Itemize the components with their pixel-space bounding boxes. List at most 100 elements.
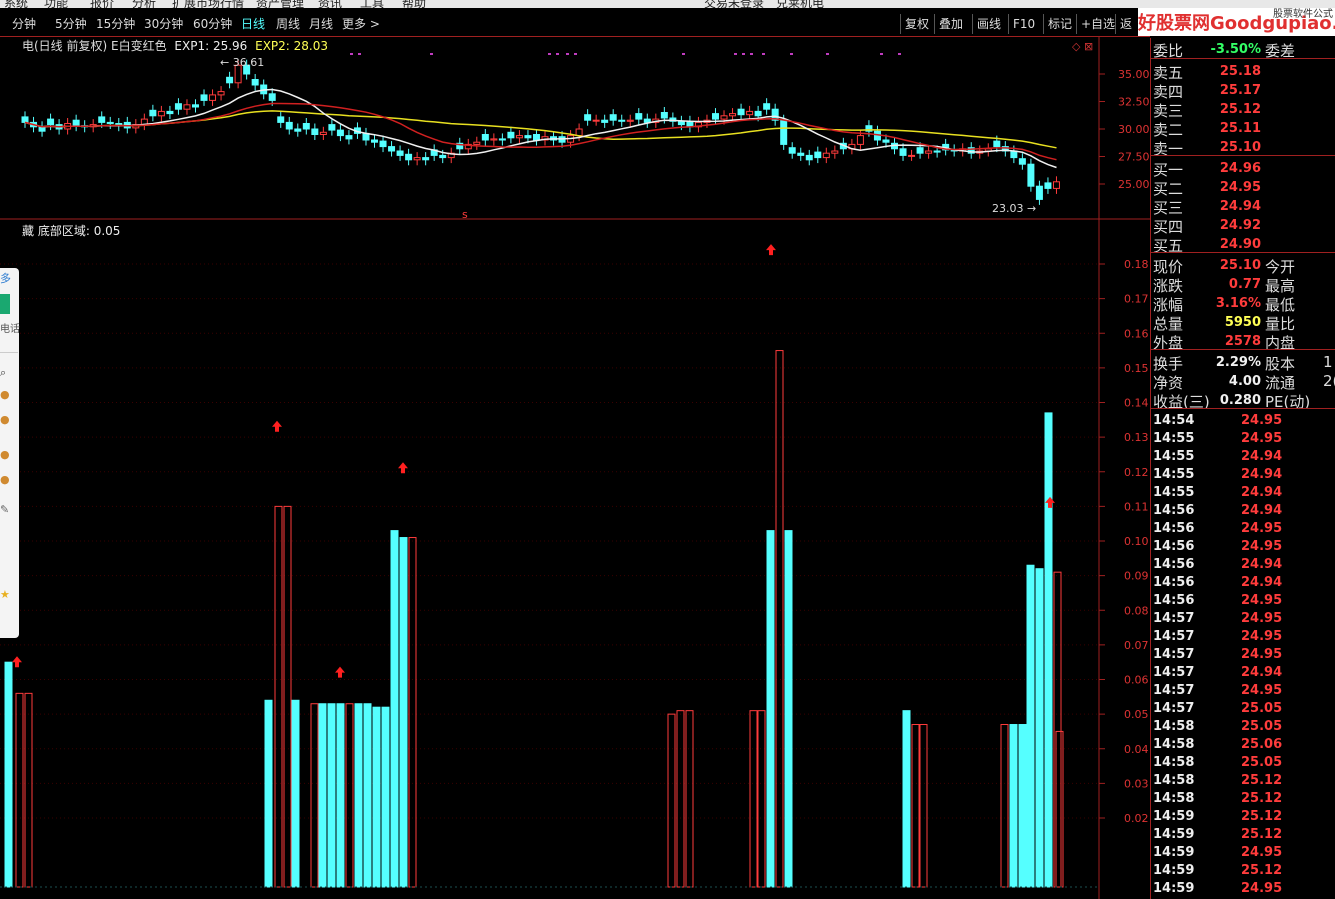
candle [481,134,489,141]
chart-area[interactable]: ◇ ⊠ ← 36.61 23.03 → s 35.00 32.50 30.00 27.50… [0,36,1150,899]
toolbar-button[interactable]: 标记 [1043,14,1076,34]
stat-label: 涨跌 [1153,277,1184,295]
bid-price: 24.96 [1219,161,1261,176]
ask-label: 卖二 [1153,121,1184,139]
indicator-tick: 0.15 [1124,362,1149,375]
up-arrow-icon [272,420,282,432]
panel-divider [1150,408,1335,409]
edit-icon[interactable]: ✎ [0,503,9,516]
left-sidebar[interactable]: 多 电话 ⌕ ● ● ● ● ✎ ★ [0,268,20,638]
signal-dot [682,53,685,55]
signal-dot [898,53,901,55]
user-icon-2[interactable]: ● [0,413,10,426]
search-icon[interactable]: ⌕ [0,366,6,380]
indicator-bar [264,699,273,888]
menu-item[interactable]: 系统 [4,0,28,8]
menu-item[interactable]: 工具 [360,0,384,8]
weibi-value: -3.50% [1210,42,1262,57]
menu-item[interactable]: 分析 [132,0,156,8]
menu-item[interactable]: 交易未登录 [704,0,764,8]
signal-dot [734,53,737,55]
bid-label: 买一 [1153,161,1184,179]
candle [618,119,626,122]
tick-price: 25.06 [1241,737,1283,752]
toolbar-button[interactable]: +自选 [1076,14,1119,34]
menu-item[interactable]: 功能 [44,0,68,8]
tick-time: 14:56 [1153,539,1195,554]
tick-price: 25.12 [1241,773,1283,788]
menu-item[interactable]: 兑莱机电 [776,0,824,8]
user-icon-3[interactable]: ● [0,448,10,461]
stat2-label: 换手 [1153,355,1184,373]
period-tab[interactable]: 周线 [276,15,300,32]
tick-time: 14:58 [1153,755,1195,770]
indicator-bar [676,710,685,888]
toolbar-button[interactable]: 返 [1115,14,1136,34]
toolbar-button[interactable]: 画线 [972,14,1005,34]
sidebar-phone[interactable]: 电话 [0,320,20,335]
indicator-bar [1044,412,1053,888]
toolbar-button[interactable]: F10 [1008,14,1039,34]
stat2-label: 净资 [1153,374,1184,392]
menu-item[interactable]: 帮助 [402,0,426,8]
candle [1018,158,1026,165]
sidebar-divider [0,352,18,353]
user-icon-4[interactable]: ● [0,473,10,486]
period-tab[interactable]: 日线 [241,15,265,32]
ask-price: 25.17 [1219,83,1261,98]
candlestick-series [21,59,1060,205]
candle [336,129,344,137]
indicator-bar [1026,564,1035,888]
indicator-tick: 0.11 [1124,500,1149,513]
indicator-bar [1053,571,1062,888]
candle [814,151,822,159]
candle [439,154,447,159]
tick-time: 14:56 [1153,575,1195,590]
indicator-tick: 0.02 [1124,812,1149,825]
signal-dot [750,53,753,55]
signal-dot [742,53,745,55]
menu-item[interactable]: 资讯 [318,0,342,8]
period-tab[interactable]: 30分钟 [144,15,183,32]
star-icon[interactable]: ★ [0,588,10,601]
period-tab[interactable]: 60分钟 [193,15,232,32]
tick-time: 14:55 [1153,449,1195,464]
sidebar-more[interactable]: 多 [0,270,11,286]
menu-item[interactable]: 资产管理 [256,0,304,8]
candle [226,76,234,84]
indicator-bar [766,530,775,888]
candle [200,94,208,101]
price-axis: 35.00 32.50 30.00 27.50 25.00 [1099,68,1150,191]
tick-time: 14:54 [1153,413,1195,428]
sidebar-app-icon[interactable] [0,294,10,314]
candle [643,118,651,123]
tick-time: 14:57 [1153,683,1195,698]
menu-item[interactable]: 报价 [90,0,114,8]
tick-time: 14:56 [1153,521,1195,536]
period-tab[interactable]: 15分钟 [96,15,135,32]
signal-dot [430,53,433,55]
tick-price: 24.94 [1241,467,1283,482]
menu-bar: 系统 功能 报价 分析 扩展市场行情 资产管理 资讯 工具 帮助 交易未登录 兑莱机电 [0,0,1335,8]
menu-item[interactable]: 扩展市场行情 [172,0,244,8]
tick-price: 24.94 [1241,485,1283,500]
user-icon[interactable]: ● [0,388,10,401]
period-tab[interactable]: 5分钟 [55,15,87,32]
indicator-tick: 0.18 [1124,258,1149,271]
stat-label-right: 量比 [1265,315,1296,333]
indicator-bar [784,530,793,888]
period-tab[interactable]: 分钟 [12,15,36,32]
period-tab[interactable]: 更多 > [342,15,380,32]
toolbar-button[interactable]: 复权 [900,14,933,34]
stat2-value: 2.29% [1215,355,1261,370]
tick-time: 14:57 [1153,647,1195,662]
up-arrow-icon [398,462,408,474]
signal-dot [762,53,765,55]
indicator-bar [15,692,24,888]
toolbar-button[interactable]: 叠加 [934,14,967,34]
candle [98,116,106,123]
candle [277,116,285,123]
ask-price: 25.10 [1219,140,1261,155]
period-tab[interactable]: 月线 [309,15,333,32]
signal-dot [350,53,353,55]
